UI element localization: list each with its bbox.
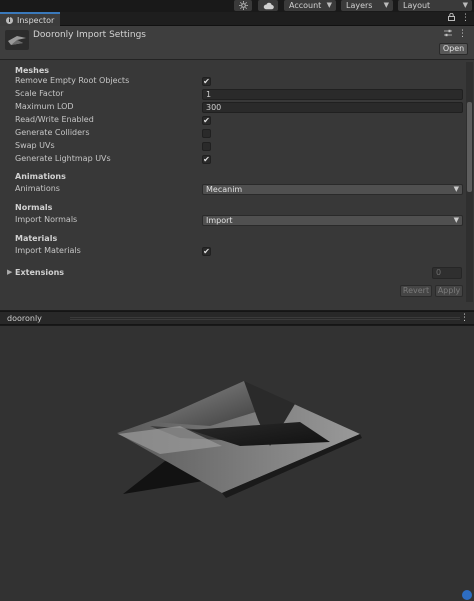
import-normals-label: Import Normals	[15, 215, 78, 224]
import-materials-checkbox[interactable]: ✔	[202, 247, 211, 256]
animations-dropdown[interactable]: Mecanim ▼	[202, 184, 463, 195]
door-model-render	[117, 381, 362, 498]
generate-lightmap-uvs-row: Generate Lightmap UVs ✔	[0, 153, 462, 166]
collab-icon[interactable]	[234, 0, 252, 11]
read-write-enabled-checkbox[interactable]: ✔	[202, 116, 211, 125]
layout-label: Layout	[403, 1, 431, 10]
remove-empty-root-objects-checkbox[interactable]: ✔	[202, 77, 211, 86]
chevron-down-icon: ▼	[453, 216, 459, 224]
chevron-down-icon: ▼	[383, 1, 389, 9]
import-normals-dropdown[interactable]: Import ▼	[202, 215, 463, 226]
section-normals: Normals	[15, 203, 53, 212]
inspector-panel: Dooronly Import Settings ⋮ Open Meshes R…	[0, 26, 474, 310]
page-title: Dooronly Import Settings	[33, 30, 146, 40]
read-write-enabled-row: Read/Write Enabled ✔	[0, 114, 462, 127]
inspector-header: Dooronly Import Settings ⋮ Open	[0, 26, 474, 60]
scale-factor-label: Scale Factor	[15, 89, 64, 98]
scrollbar-thumb[interactable]	[467, 102, 472, 192]
layout-dropdown[interactable]: Layout ▼	[398, 0, 472, 11]
cloud-icon[interactable]	[258, 0, 278, 11]
section-materials: Materials	[15, 234, 58, 243]
animations-row: Animations Mecanim ▼	[0, 183, 463, 196]
chevron-down-icon: ▼	[453, 185, 459, 193]
model-preview[interactable]	[0, 326, 474, 601]
scale-factor-row: Scale Factor 1	[0, 88, 463, 101]
maximum-lod-label: Maximum LOD	[15, 102, 74, 111]
extensions-label: Extensions	[15, 268, 65, 277]
generate-colliders-label: Generate Colliders	[15, 128, 90, 137]
section-meshes: Meshes	[15, 66, 50, 75]
preview-header[interactable]: dooronly ⋮	[0, 311, 474, 325]
lock-icon[interactable]	[448, 12, 455, 24]
settings-sliders-icon[interactable]	[444, 29, 452, 40]
chevron-down-icon: ▼	[462, 1, 468, 9]
tab-inspector[interactable]: i Inspector	[0, 12, 60, 26]
scale-factor-field[interactable]: 1	[202, 89, 463, 100]
chevron-right-icon: ▶	[7, 268, 13, 276]
swap-uvs-label: Swap UVs	[15, 141, 55, 150]
generate-lightmap-uvs-checkbox[interactable]: ✔	[202, 155, 211, 164]
kebab-menu-icon[interactable]: ⋮	[461, 13, 470, 24]
inspector-scrollbar[interactable]	[466, 62, 473, 302]
top-toolbar: Account ▼ Layers ▼ Layout ▼	[0, 0, 474, 12]
extensions-foldout[interactable]: ▶ Extensions 0	[0, 267, 462, 280]
drag-handle[interactable]	[70, 317, 460, 320]
kebab-menu-icon[interactable]: ⋮	[460, 313, 469, 323]
revert-button[interactable]: Revert	[400, 285, 432, 297]
apply-button[interactable]: Apply	[435, 285, 463, 297]
generate-lightmap-uvs-label: Generate Lightmap UVs	[15, 154, 111, 163]
info-icon: i	[6, 16, 13, 24]
read-write-enabled-label: Read/Write Enabled	[15, 115, 94, 124]
preview-settings-icon[interactable]	[462, 590, 472, 600]
swap-uvs-row: Swap UVs	[0, 140, 462, 153]
import-materials-label: Import Materials	[15, 246, 81, 255]
layers-dropdown[interactable]: Layers ▼	[341, 0, 393, 11]
animations-value: Mecanim	[206, 185, 243, 194]
extensions-count: 0	[432, 267, 462, 279]
model-asset-icon	[5, 30, 29, 50]
import-normals-row: Import Normals Import ▼	[0, 214, 463, 227]
swap-uvs-checkbox[interactable]	[202, 142, 211, 151]
chevron-down-icon: ▼	[326, 1, 332, 9]
generate-colliders-row: Generate Colliders	[0, 127, 462, 140]
tab-label: Inspector	[17, 15, 55, 25]
maximum-lod-field[interactable]: 300	[202, 102, 463, 113]
tab-strip: i Inspector ⋮	[0, 12, 474, 26]
open-button[interactable]: Open	[439, 43, 468, 55]
animations-label: Animations	[15, 184, 60, 193]
action-row: Revert Apply	[0, 285, 463, 298]
generate-colliders-checkbox[interactable]	[202, 129, 211, 138]
account-label: Account	[289, 1, 322, 10]
preview-title: dooronly	[7, 314, 42, 323]
maximum-lod-row: Maximum LOD 300	[0, 101, 463, 114]
remove-empty-root-objects-row: Remove Empty Root Objects ✔	[0, 75, 462, 88]
kebab-menu-icon[interactable]: ⋮	[458, 29, 467, 40]
import-materials-row: Import Materials ✔	[0, 245, 462, 258]
remove-empty-root-objects-label: Remove Empty Root Objects	[15, 76, 130, 85]
account-dropdown[interactable]: Account ▼	[284, 0, 336, 11]
import-normals-value: Import	[206, 216, 233, 225]
layers-label: Layers	[346, 1, 373, 10]
section-animations: Animations	[15, 172, 66, 181]
